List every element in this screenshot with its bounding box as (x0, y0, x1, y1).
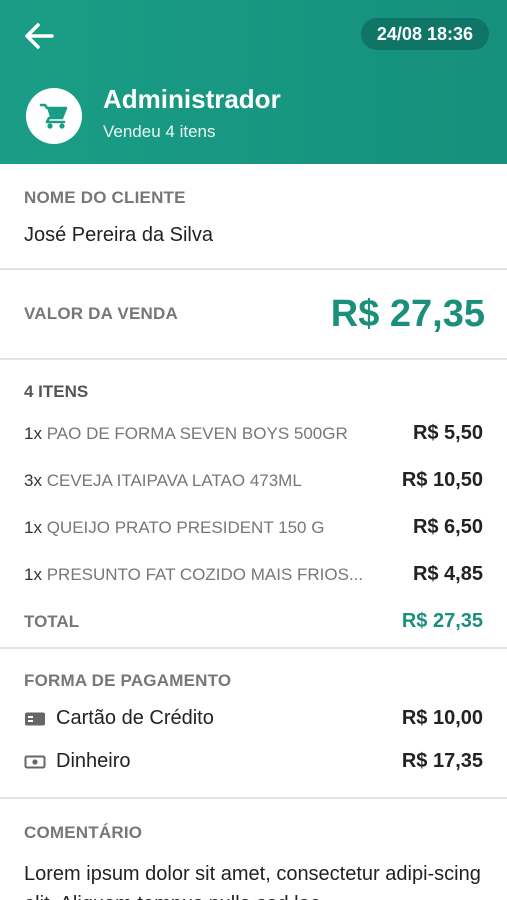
sale-value-section: VALOR DA VENDA R$ 27,35 (0, 270, 507, 360)
payment-row: Cartão de Crédito R$ 10,00 (24, 697, 483, 740)
item-name: QUEIJO PRATO PRESIDENT 150 G (46, 517, 325, 537)
item-description: 1x QUEIJO PRATO PRESIDENT 150 G (24, 518, 324, 538)
sale-amount: R$ 27,35 (330, 292, 485, 335)
item-price: R$ 10,50 (401, 469, 483, 491)
item-quantity: 1x (24, 517, 42, 537)
payment-method: Cartão de Crédito (24, 707, 214, 730)
client-section: NOME DO CLIENTE José Pereira da Silva (0, 164, 507, 270)
total-row: TOTAL R$ 27,35 (24, 598, 483, 645)
item-name: PRESUNTO FAT COZIDO MAIS FRIOS... (46, 564, 364, 584)
avatar (26, 88, 82, 144)
datetime-badge: 24/08 18:36 (360, 18, 489, 50)
payment-section: FORMA DE PAGAMENTO Cartão de Crédito R$ … (0, 649, 507, 799)
comment-text: Lorem ipsum dolor sit amet, consectetur … (24, 863, 481, 900)
item-quantity: 3x (24, 470, 42, 490)
items-section: 4 ITENS 1x PAO DE FORMA SEVEN BOYS 500GR… (0, 360, 507, 649)
shopping-cart-icon (39, 103, 68, 129)
list-item: 3x CEVEJA ITAIPAVA LATAO 473ML R$ 10,50 (24, 457, 483, 504)
client-label: NOME DO CLIENTE (24, 188, 186, 207)
payment-value: R$ 10,00 (401, 707, 483, 729)
total-value: R$ 27,35 (401, 610, 483, 632)
payment-method-name: Cartão de Crédito (56, 707, 214, 729)
comment-section: COMENTÁRIO Lorem ipsum dolor sit amet, c… (0, 799, 507, 900)
arrow-left-icon (25, 23, 54, 49)
item-quantity: 1x (24, 564, 42, 584)
list-item: 1x QUEIJO PRATO PRESIDENT 150 G R$ 6,50 (24, 504, 483, 551)
item-list: 1x PAO DE FORMA SEVEN BOYS 500GR R$ 5,50… (24, 410, 483, 598)
sale-value-label: VALOR DA VENDA (24, 304, 178, 323)
payment-list: Cartão de Crédito R$ 10,00 Dinheiro R$ 1… (24, 697, 483, 783)
list-item: 1x PAO DE FORMA SEVEN BOYS 500GR R$ 5,50 (24, 410, 483, 457)
list-item: 1x PRESUNTO FAT COZIDO MAIS FRIOS... R$ … (24, 551, 483, 598)
app-header: 24/08 18:36 Administrador Vendeu 4 itens (0, 0, 507, 164)
item-description: 1x PAO DE FORMA SEVEN BOYS 500GR (24, 424, 348, 444)
payment-method: Dinheiro (24, 750, 130, 773)
item-name: PAO DE FORMA SEVEN BOYS 500GR (46, 423, 348, 443)
item-description: 3x CEVEJA ITAIPAVA LATAO 473ML (24, 471, 302, 491)
comment-label: COMENTÁRIO (24, 823, 143, 842)
item-quantity: 1x (24, 423, 42, 443)
item-description: 1x PRESUNTO FAT COZIDO MAIS FRIOS... (24, 565, 363, 585)
client-name: José Pereira da Silva (24, 224, 213, 246)
item-name: CEVEJA ITAIPAVA LATAO 473ML (46, 470, 302, 490)
credit-card-icon (24, 711, 46, 727)
user-name: Administrador (103, 84, 281, 114)
payment-row: Dinheiro R$ 17,35 (24, 740, 483, 783)
payment-method-name: Dinheiro (56, 750, 131, 772)
user-subtitle: Vendeu 4 itens (103, 122, 216, 141)
payment-value: R$ 17,35 (401, 750, 483, 772)
back-button[interactable] (22, 20, 56, 52)
items-count: 4 ITENS (24, 382, 89, 401)
item-price: R$ 6,50 (412, 516, 483, 538)
cash-icon (24, 754, 46, 770)
payment-label: FORMA DE PAGAMENTO (24, 671, 232, 690)
total-label: TOTAL (24, 611, 80, 631)
item-price: R$ 4,85 (412, 563, 483, 585)
item-price: R$ 5,50 (412, 422, 483, 444)
